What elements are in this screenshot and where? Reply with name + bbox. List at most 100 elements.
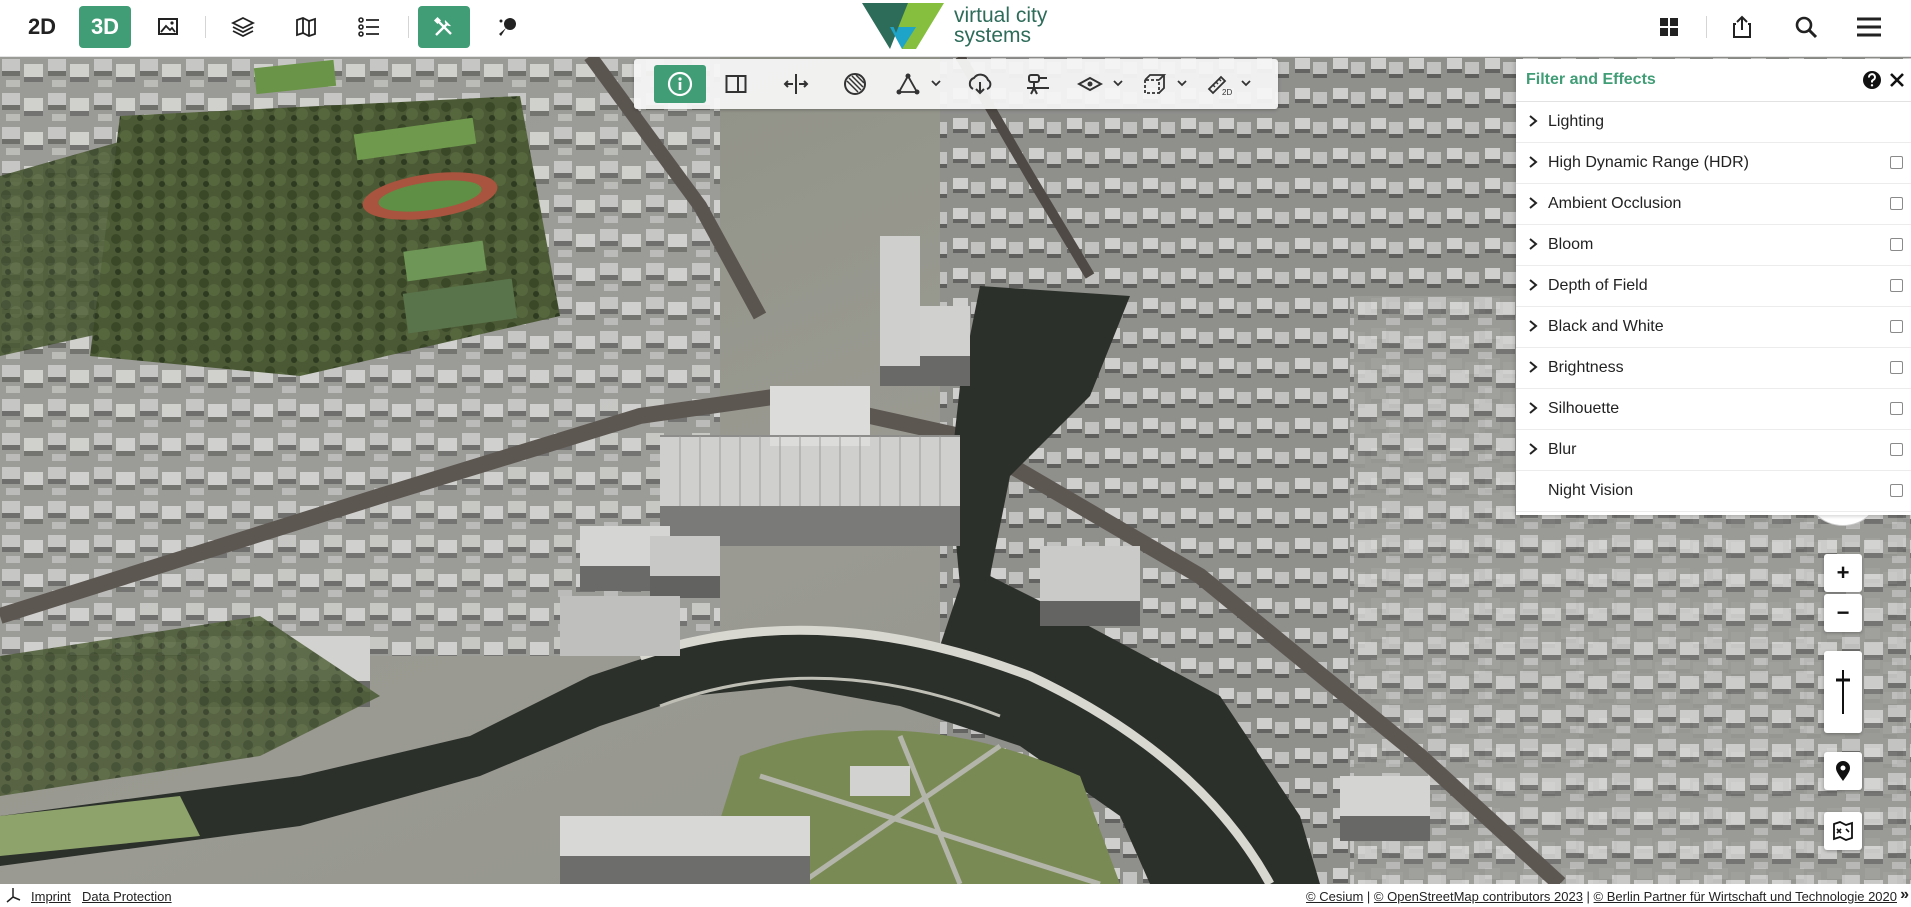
clipping-tool-button[interactable] <box>1136 65 1172 103</box>
imprint-link[interactable]: Imprint <box>31 889 71 904</box>
info-poi-button[interactable] <box>481 6 533 48</box>
chevron-down-icon[interactable] <box>1176 77 1188 89</box>
zoom-out-icon: − <box>1836 600 1850 625</box>
split-view-button[interactable] <box>776 65 816 103</box>
search-button[interactable] <box>1780 6 1832 48</box>
location-info-icon <box>499 18 516 36</box>
effect-checkbox[interactable] <box>1890 320 1903 333</box>
chevron-right-icon[interactable] <box>1528 402 1538 414</box>
components-button[interactable] <box>1643 6 1695 48</box>
effect-row[interactable]: High Dynamic Range (HDR) <box>1516 142 1911 184</box>
locate-me-button[interactable] <box>1824 752 1862 790</box>
attribution-expand-button[interactable]: » <box>1900 886 1909 904</box>
close-button[interactable] <box>1888 71 1906 89</box>
chevron-down-icon[interactable] <box>1240 77 1252 89</box>
view-2d-button[interactable]: 2D <box>16 6 68 48</box>
legend-list-icon <box>358 17 379 37</box>
effect-row[interactable]: Lighting <box>1516 101 1911 143</box>
effect-checkbox[interactable] <box>1890 279 1903 292</box>
effect-label: Depth of Field <box>1548 277 1648 294</box>
layers-button[interactable] <box>217 6 269 48</box>
chevron-right-icon[interactable] <box>1528 238 1538 250</box>
maps-button[interactable] <box>280 6 332 48</box>
zoom-in-icon: + <box>1836 560 1850 585</box>
chevron-right-icon[interactable] <box>1528 443 1538 455</box>
share-icon <box>1733 15 1751 38</box>
effect-label: Silhouette <box>1548 400 1620 417</box>
oblique-view-button[interactable] <box>142 6 194 48</box>
data-protection-link[interactable]: Data Protection <box>82 889 172 904</box>
attributions: © Cesium | © OpenStreetMap contributors … <box>1306 889 1897 904</box>
logo-text-line1: virtual city <box>954 4 1048 27</box>
chevron-down-icon[interactable] <box>1112 77 1124 89</box>
attribution-separator: | <box>1363 889 1374 904</box>
visibility-tool-button[interactable] <box>1072 65 1108 103</box>
effect-label: Night Vision <box>1548 482 1634 499</box>
image-icon <box>158 18 178 35</box>
effect-row[interactable]: Black and White <box>1516 306 1911 348</box>
clipping-box-icon <box>1144 74 1167 94</box>
berlin-partner-attribution-link[interactable]: © Berlin Partner für Wirtschaft und Tech… <box>1594 889 1897 904</box>
import-tool-button[interactable] <box>960 65 1000 103</box>
map-icon <box>296 17 316 37</box>
effect-row[interactable]: Depth of Field <box>1516 265 1911 307</box>
panel-tool-button[interactable] <box>716 65 756 103</box>
chevron-right-icon[interactable] <box>1528 361 1538 373</box>
footer: Imprint Data Protection © Cesium | © Ope… <box>0 884 1911 907</box>
view-3d-label: 3D <box>90 14 120 39</box>
split-view-icon <box>783 74 809 94</box>
chevron-right-icon[interactable] <box>1528 197 1538 209</box>
effect-checkbox[interactable] <box>1890 156 1903 169</box>
chevron-right-icon[interactable] <box>1528 279 1538 291</box>
effect-checkbox[interactable] <box>1890 361 1903 374</box>
effect-row[interactable]: Ambient Occlusion <box>1516 183 1911 225</box>
zoom-in-button[interactable]: + <box>1824 554 1862 592</box>
effect-checkbox[interactable] <box>1890 402 1903 415</box>
sidebar-panel-icon <box>725 75 747 93</box>
close-icon <box>1890 73 1904 87</box>
effect-row[interactable]: Brightness <box>1516 347 1911 389</box>
effect-label: Ambient Occlusion <box>1548 195 1682 212</box>
share-button[interactable] <box>1716 6 1768 48</box>
effect-label: Black and White <box>1548 318 1664 335</box>
chevron-down-icon[interactable] <box>930 77 942 89</box>
chevron-right-icon[interactable] <box>1528 115 1538 127</box>
tilt-slider[interactable] <box>1824 651 1862 733</box>
effect-checkbox[interactable] <box>1890 484 1903 497</box>
info-tool-button[interactable] <box>654 65 706 103</box>
chevron-right-icon[interactable] <box>1528 320 1538 332</box>
effect-label: Blur <box>1548 441 1577 458</box>
measure-tool-button[interactable]: 2D <box>1200 65 1236 103</box>
effect-checkbox[interactable] <box>1890 197 1903 210</box>
draw-shape-icon <box>896 73 920 95</box>
effect-checkbox[interactable] <box>1890 443 1903 456</box>
shadow-tool-button[interactable] <box>835 65 875 103</box>
grid-icon <box>1660 18 1678 36</box>
panel-title: Filter and Effects <box>1526 71 1656 88</box>
effect-label: Bloom <box>1548 236 1594 253</box>
cesium-attribution-link[interactable]: © Cesium <box>1306 889 1363 904</box>
effect-row[interactable]: Silhouette <box>1516 388 1911 430</box>
tools-button[interactable] <box>418 6 470 48</box>
shadow-icon <box>844 73 866 95</box>
effect-checkbox[interactable] <box>1890 238 1903 251</box>
viewshed-icon <box>1027 74 1049 95</box>
chevron-right-icon[interactable] <box>1528 156 1538 168</box>
legend-button[interactable] <box>343 6 395 48</box>
effect-row[interactable]: Bloom <box>1516 224 1911 266</box>
viewshed-tool-button[interactable] <box>1018 65 1058 103</box>
zoom-out-button[interactable]: − <box>1824 594 1862 632</box>
menu-button[interactable] <box>1843 6 1895 48</box>
effect-label: Lighting <box>1548 113 1605 130</box>
overview-map-icon <box>1833 821 1853 841</box>
draw-tool-button[interactable] <box>890 65 926 103</box>
effect-row[interactable]: Blur <box>1516 429 1911 471</box>
attribution-separator: | <box>1582 889 1594 904</box>
top-bar: 2D 3D virtual city systems <box>0 0 1911 57</box>
help-button[interactable] <box>1862 70 1882 90</box>
view-3d-button[interactable]: 3D <box>79 6 131 48</box>
osm-attribution-link[interactable]: © OpenStreetMap contributors 2023 <box>1374 889 1583 904</box>
overview-map-button[interactable] <box>1824 812 1862 850</box>
logo: virtual city systems <box>862 3 1062 49</box>
effect-row[interactable]: Night Vision <box>1516 470 1911 512</box>
